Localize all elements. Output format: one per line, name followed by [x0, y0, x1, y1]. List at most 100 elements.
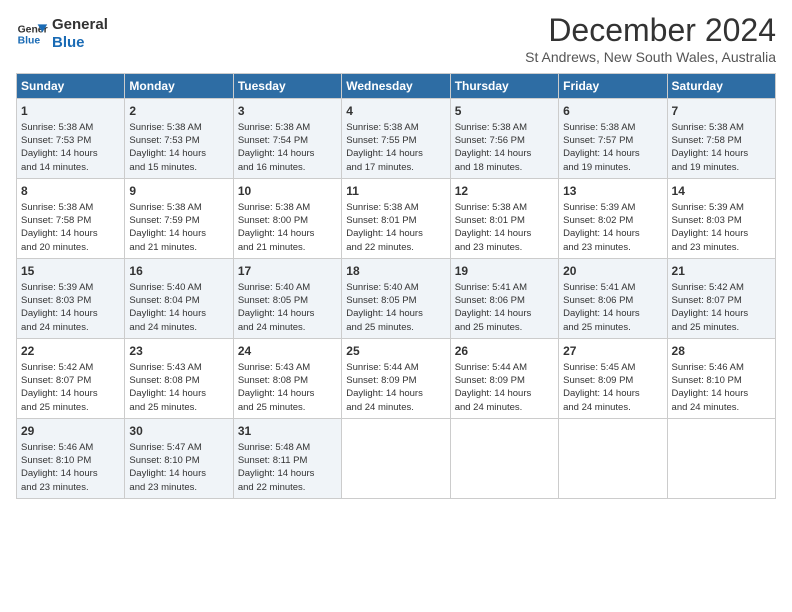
day-info: Sunrise: 5:48 AM Sunset: 8:11 PM Dayligh…: [238, 441, 337, 494]
calendar-week-row: 1Sunrise: 5:38 AM Sunset: 7:53 PM Daylig…: [17, 99, 776, 179]
calendar-week-row: 15Sunrise: 5:39 AM Sunset: 8:03 PM Dayli…: [17, 258, 776, 338]
day-info: Sunrise: 5:42 AM Sunset: 8:07 PM Dayligh…: [21, 361, 120, 414]
day-number: 19: [455, 263, 554, 280]
day-number: 30: [129, 423, 228, 440]
calendar-cell: 20Sunrise: 5:41 AM Sunset: 8:06 PM Dayli…: [559, 258, 667, 338]
month-title: December 2024: [525, 12, 776, 49]
calendar-cell: 9Sunrise: 5:38 AM Sunset: 7:59 PM Daylig…: [125, 178, 233, 258]
calendar-cell: 7Sunrise: 5:38 AM Sunset: 7:58 PM Daylig…: [667, 99, 775, 179]
calendar-cell: 17Sunrise: 5:40 AM Sunset: 8:05 PM Dayli…: [233, 258, 341, 338]
day-info: Sunrise: 5:38 AM Sunset: 7:55 PM Dayligh…: [346, 121, 445, 174]
calendar-cell: 13Sunrise: 5:39 AM Sunset: 8:02 PM Dayli…: [559, 178, 667, 258]
calendar-cell: 15Sunrise: 5:39 AM Sunset: 8:03 PM Dayli…: [17, 258, 125, 338]
calendar-cell: 30Sunrise: 5:47 AM Sunset: 8:10 PM Dayli…: [125, 418, 233, 498]
day-number: 8: [21, 183, 120, 200]
day-info: Sunrise: 5:38 AM Sunset: 7:58 PM Dayligh…: [21, 201, 120, 254]
day-number: 5: [455, 103, 554, 120]
calendar-cell: 24Sunrise: 5:43 AM Sunset: 8:08 PM Dayli…: [233, 338, 341, 418]
calendar-cell: 2Sunrise: 5:38 AM Sunset: 7:53 PM Daylig…: [125, 99, 233, 179]
day-number: 23: [129, 343, 228, 360]
day-header-thursday: Thursday: [450, 74, 558, 99]
day-number: 29: [21, 423, 120, 440]
calendar-week-row: 29Sunrise: 5:46 AM Sunset: 8:10 PM Dayli…: [17, 418, 776, 498]
day-info: Sunrise: 5:40 AM Sunset: 8:04 PM Dayligh…: [129, 281, 228, 334]
day-info: Sunrise: 5:38 AM Sunset: 7:54 PM Dayligh…: [238, 121, 337, 174]
calendar-cell: 23Sunrise: 5:43 AM Sunset: 8:08 PM Dayli…: [125, 338, 233, 418]
day-info: Sunrise: 5:38 AM Sunset: 8:01 PM Dayligh…: [455, 201, 554, 254]
calendar-cell: 25Sunrise: 5:44 AM Sunset: 8:09 PM Dayli…: [342, 338, 450, 418]
calendar-header-row: SundayMondayTuesdayWednesdayThursdayFrid…: [17, 74, 776, 99]
day-number: 24: [238, 343, 337, 360]
day-info: Sunrise: 5:47 AM Sunset: 8:10 PM Dayligh…: [129, 441, 228, 494]
calendar-cell: 8Sunrise: 5:38 AM Sunset: 7:58 PM Daylig…: [17, 178, 125, 258]
day-info: Sunrise: 5:39 AM Sunset: 8:03 PM Dayligh…: [21, 281, 120, 334]
day-info: Sunrise: 5:46 AM Sunset: 8:10 PM Dayligh…: [672, 361, 771, 414]
logo-text: General Blue: [52, 16, 108, 52]
day-info: Sunrise: 5:41 AM Sunset: 8:06 PM Dayligh…: [563, 281, 662, 334]
day-number: 10: [238, 183, 337, 200]
calendar-cell: 27Sunrise: 5:45 AM Sunset: 8:09 PM Dayli…: [559, 338, 667, 418]
day-number: 11: [346, 183, 445, 200]
day-number: 18: [346, 263, 445, 280]
day-info: Sunrise: 5:41 AM Sunset: 8:06 PM Dayligh…: [455, 281, 554, 334]
day-number: 1: [21, 103, 120, 120]
calendar-table: SundayMondayTuesdayWednesdayThursdayFrid…: [16, 73, 776, 499]
calendar-cell: 5Sunrise: 5:38 AM Sunset: 7:56 PM Daylig…: [450, 99, 558, 179]
day-number: 22: [21, 343, 120, 360]
day-info: Sunrise: 5:45 AM Sunset: 8:09 PM Dayligh…: [563, 361, 662, 414]
calendar-cell: 14Sunrise: 5:39 AM Sunset: 8:03 PM Dayli…: [667, 178, 775, 258]
day-info: Sunrise: 5:40 AM Sunset: 8:05 PM Dayligh…: [238, 281, 337, 334]
calendar-cell: 6Sunrise: 5:38 AM Sunset: 7:57 PM Daylig…: [559, 99, 667, 179]
calendar-cell: 18Sunrise: 5:40 AM Sunset: 8:05 PM Dayli…: [342, 258, 450, 338]
day-info: Sunrise: 5:38 AM Sunset: 7:57 PM Dayligh…: [563, 121, 662, 174]
day-number: 21: [672, 263, 771, 280]
day-info: Sunrise: 5:40 AM Sunset: 8:05 PM Dayligh…: [346, 281, 445, 334]
svg-text:Blue: Blue: [18, 36, 41, 47]
day-info: Sunrise: 5:42 AM Sunset: 8:07 PM Dayligh…: [672, 281, 771, 334]
day-number: 15: [21, 263, 120, 280]
title-block: December 2024 St Andrews, New South Wale…: [525, 12, 776, 65]
day-info: Sunrise: 5:38 AM Sunset: 8:01 PM Dayligh…: [346, 201, 445, 254]
calendar-week-row: 8Sunrise: 5:38 AM Sunset: 7:58 PM Daylig…: [17, 178, 776, 258]
header: General Blue General Blue December 2024 …: [16, 12, 776, 65]
day-header-friday: Friday: [559, 74, 667, 99]
day-number: 13: [563, 183, 662, 200]
calendar-cell: 3Sunrise: 5:38 AM Sunset: 7:54 PM Daylig…: [233, 99, 341, 179]
calendar-cell: 16Sunrise: 5:40 AM Sunset: 8:04 PM Dayli…: [125, 258, 233, 338]
logo: General Blue General Blue: [16, 16, 108, 52]
day-info: Sunrise: 5:38 AM Sunset: 7:58 PM Dayligh…: [672, 121, 771, 174]
day-info: Sunrise: 5:43 AM Sunset: 8:08 PM Dayligh…: [238, 361, 337, 414]
day-header-tuesday: Tuesday: [233, 74, 341, 99]
calendar-cell: 21Sunrise: 5:42 AM Sunset: 8:07 PM Dayli…: [667, 258, 775, 338]
calendar-cell: 29Sunrise: 5:46 AM Sunset: 8:10 PM Dayli…: [17, 418, 125, 498]
day-info: Sunrise: 5:38 AM Sunset: 8:00 PM Dayligh…: [238, 201, 337, 254]
day-info: Sunrise: 5:44 AM Sunset: 8:09 PM Dayligh…: [346, 361, 445, 414]
day-number: 16: [129, 263, 228, 280]
logo-icon: General Blue: [16, 18, 48, 50]
page-container: General Blue General Blue December 2024 …: [0, 0, 792, 511]
day-number: 4: [346, 103, 445, 120]
day-number: 17: [238, 263, 337, 280]
day-number: 12: [455, 183, 554, 200]
calendar-cell: 12Sunrise: 5:38 AM Sunset: 8:01 PM Dayli…: [450, 178, 558, 258]
day-info: Sunrise: 5:46 AM Sunset: 8:10 PM Dayligh…: [21, 441, 120, 494]
day-info: Sunrise: 5:38 AM Sunset: 7:59 PM Dayligh…: [129, 201, 228, 254]
calendar-cell: 10Sunrise: 5:38 AM Sunset: 8:00 PM Dayli…: [233, 178, 341, 258]
day-number: 27: [563, 343, 662, 360]
calendar-cell: 19Sunrise: 5:41 AM Sunset: 8:06 PM Dayli…: [450, 258, 558, 338]
day-info: Sunrise: 5:43 AM Sunset: 8:08 PM Dayligh…: [129, 361, 228, 414]
day-number: 28: [672, 343, 771, 360]
calendar-cell: 11Sunrise: 5:38 AM Sunset: 8:01 PM Dayli…: [342, 178, 450, 258]
calendar-cell: 26Sunrise: 5:44 AM Sunset: 8:09 PM Dayli…: [450, 338, 558, 418]
day-header-wednesday: Wednesday: [342, 74, 450, 99]
day-header-sunday: Sunday: [17, 74, 125, 99]
day-number: 9: [129, 183, 228, 200]
day-number: 31: [238, 423, 337, 440]
calendar-cell: 28Sunrise: 5:46 AM Sunset: 8:10 PM Dayli…: [667, 338, 775, 418]
day-info: Sunrise: 5:38 AM Sunset: 7:53 PM Dayligh…: [21, 121, 120, 174]
day-number: 14: [672, 183, 771, 200]
day-info: Sunrise: 5:39 AM Sunset: 8:03 PM Dayligh…: [672, 201, 771, 254]
calendar-cell: [342, 418, 450, 498]
day-number: 20: [563, 263, 662, 280]
calendar-cell: [559, 418, 667, 498]
